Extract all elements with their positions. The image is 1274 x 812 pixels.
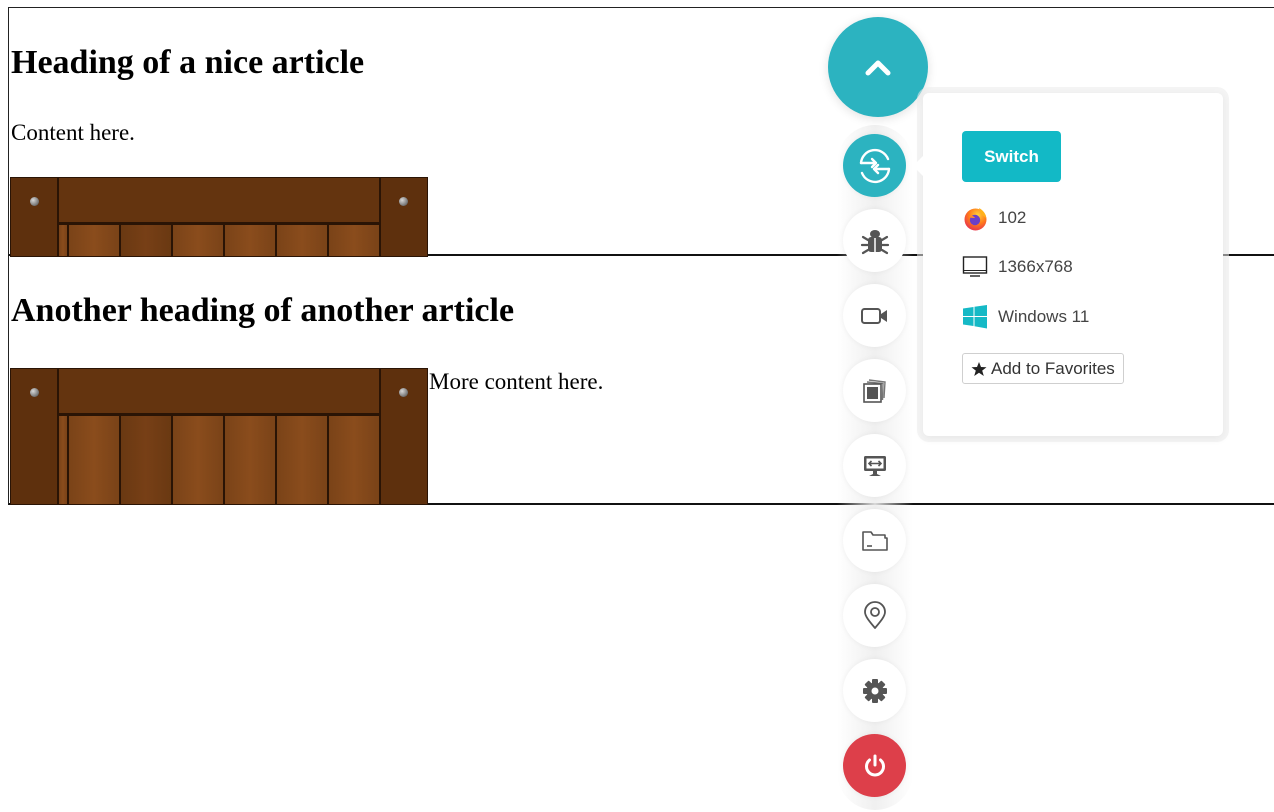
power-icon <box>864 754 885 776</box>
switch-browser-icon <box>859 148 890 183</box>
os-value: Windows 11 <box>998 307 1090 326</box>
record-video-button[interactable] <box>843 284 906 347</box>
article-content: Content here. <box>11 120 135 145</box>
os-info: Windows 11 <box>962 304 1089 330</box>
video-camera-icon <box>860 307 887 324</box>
resolution-button[interactable] <box>843 434 906 497</box>
firefox-icon <box>962 205 988 231</box>
star-icon <box>971 361 987 376</box>
resolution-info: 1366x768 <box>962 254 1073 280</box>
files-button[interactable] <box>843 509 906 572</box>
monitor-icon <box>962 254 988 280</box>
bug-icon <box>860 229 889 254</box>
gear-icon <box>862 678 887 703</box>
switch-popover: Switch 102 1366x768 Windows 11 Add to Fa… <box>913 93 1223 436</box>
end-session-button[interactable] <box>843 734 906 797</box>
browser-info: 102 <box>962 205 1026 231</box>
screenshots-button[interactable] <box>843 359 906 422</box>
monitor-resize-icon <box>863 455 886 476</box>
wooden-crate-image <box>10 177 428 257</box>
geolocation-button[interactable] <box>843 584 906 647</box>
article-heading: Another heading of another article <box>11 292 515 329</box>
article-content: More content here. <box>429 369 604 394</box>
settings-button[interactable] <box>843 659 906 722</box>
add-to-favorites-button[interactable]: Add to Favorites <box>962 353 1124 384</box>
windows-icon <box>962 304 988 330</box>
popover-arrow <box>913 155 924 177</box>
debug-button[interactable] <box>843 209 906 272</box>
resolution-value: 1366x768 <box>998 257 1073 276</box>
switch-button[interactable]: Switch <box>962 131 1061 182</box>
wooden-crate-image <box>10 368 428 505</box>
folder-icon <box>861 530 888 551</box>
collapse-toolbar-button[interactable] <box>828 17 928 117</box>
chevron-up-icon <box>865 60 891 76</box>
gallery-icon <box>862 378 886 403</box>
article-heading: Heading of a nice article <box>11 44 365 81</box>
switch-browser-button[interactable] <box>843 134 906 197</box>
add-to-favorites-label: Add to Favorites <box>991 358 1115 378</box>
browser-version: 102 <box>998 208 1027 227</box>
map-pin-icon <box>863 600 886 629</box>
